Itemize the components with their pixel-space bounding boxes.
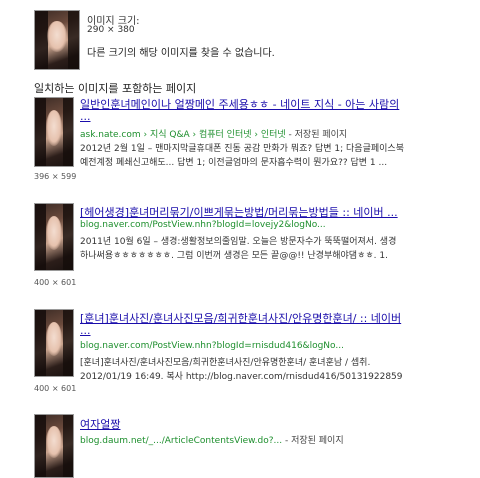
thumbnail-hair-right	[63, 98, 73, 166]
result-url-text[interactable]: blog.naver.com/PostView.nhn?blogId=lovej…	[80, 220, 326, 230]
thumbnail-face	[47, 21, 67, 52]
cached-page-link[interactable]: - 저장된 페이지	[282, 436, 344, 446]
thumbnail-hair-left	[35, 415, 47, 477]
result-image-dims: 396 × 599	[34, 172, 77, 181]
thumbnail-face	[45, 321, 63, 357]
result-url[interactable]: blog.naver.com/PostView.nhn?blogId=rnisd…	[80, 341, 344, 351]
result-snippet: 2012/01/19 16:49. 복사 http://blog.naver.c…	[80, 372, 403, 382]
thumbnail-hair-left	[35, 98, 47, 166]
thumbnail-hair-right	[67, 11, 79, 69]
result-snippet: 하나써용ㅎㅎㅎㅎㅎㅎㅎ. 그럼 이번꺼 생경은 모든 끝@@!! 난경부해야댐ㅎ…	[80, 251, 388, 261]
no-other-sizes-message: 다른 크기의 해당 이미지를 찾을 수 없습니다.	[87, 48, 275, 59]
result-thumbnail[interactable]	[34, 203, 74, 271]
result-url-text[interactable]: blog.daum.net/_.../ArticleContentsView.d…	[80, 436, 282, 446]
result-url-text[interactable]: ask.nate.com › 지식 Q&A › 컴퓨터 인터넷 › 인터넷	[80, 130, 286, 140]
result-snippet: [훈녀]훈녀사진/훈녀사진모음/희귀한훈녀사진/안유명한훈녀/ 훈녀훈남 / 셉…	[80, 358, 371, 368]
result-title-link[interactable]: 여자얼짱	[80, 416, 200, 432]
result-snippet: 2012년 2월 1일 – 맨마지막글휴대폰 진동 공감 만화가 뭐죠? 답변 …	[80, 144, 404, 154]
result-url[interactable]: blog.daum.net/_.../ArticleContentsView.d…	[80, 433, 344, 446]
image-size-value: 290 × 380	[87, 25, 135, 35]
result-image-dims: 400 × 601	[34, 278, 77, 287]
thumbnail-face	[45, 215, 63, 251]
cached-page-link[interactable]: - 저장된 페이지	[286, 130, 348, 140]
thumbnail-face	[45, 426, 63, 459]
result-thumbnail[interactable]	[34, 97, 74, 167]
result-url[interactable]: blog.naver.com/PostView.nhn?blogId=lovej…	[80, 220, 326, 230]
main-thumbnail[interactable]	[34, 10, 80, 70]
result-title-link-continued[interactable]: ...	[80, 110, 140, 123]
result-image-dims: 400 × 601	[34, 384, 77, 393]
result-thumbnail[interactable]	[34, 309, 74, 377]
thumbnail-hair-right	[63, 415, 73, 477]
thumbnail-face	[45, 110, 63, 146]
result-thumbnail[interactable]	[34, 414, 74, 478]
thumbnail-hair-left	[35, 310, 47, 376]
result-title-link[interactable]: [헤어생경]훈녀머리묶기/이쁘게묶는방법/머리묶는방법들 :: 네이버 ...	[80, 204, 475, 220]
matching-pages-heading: 일치하는 이미지를 포함하는 페이지	[34, 82, 197, 95]
result-url[interactable]: ask.nate.com › 지식 Q&A › 컴퓨터 인터넷 › 인터넷 - …	[80, 127, 347, 140]
thumbnail-hair-right	[63, 310, 73, 376]
thumbnail-hair-right	[63, 204, 73, 270]
result-snippet: 예전계정 폐쇄신고해도... 답변 1; 이전글엄마의 문자흡수력이 뭔가요??…	[80, 158, 388, 168]
result-url-text[interactable]: blog.naver.com/PostView.nhn?blogId=rnisd…	[80, 341, 344, 351]
thumbnail-hair-left	[35, 11, 49, 69]
result-title-link-continued[interactable]: ...	[80, 324, 140, 337]
result-snippet: 2011년 10월 6일 – 생경:생활정보의줄임말. 오늘은 방문자수가 뚝뚝…	[80, 237, 397, 247]
thumbnail-hair-left	[35, 204, 47, 270]
